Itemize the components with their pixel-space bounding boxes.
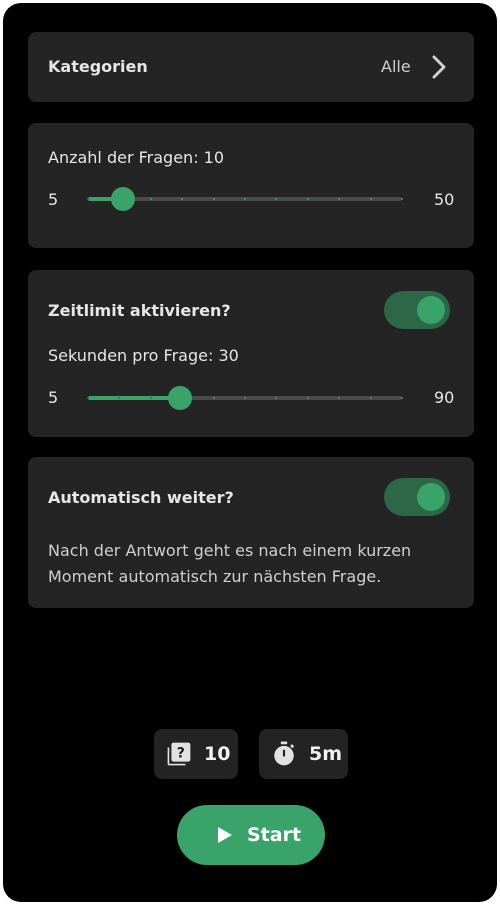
toggle-knob xyxy=(417,483,445,511)
slider-thumb[interactable] xyxy=(110,187,135,211)
auto-next-label: Automatisch weiter? xyxy=(48,488,234,507)
auto-next-card: Automatisch weiter? Nach der Antwort geh… xyxy=(28,457,474,608)
slider-thumb[interactable] xyxy=(168,386,193,410)
time-value: 5m xyxy=(309,743,343,765)
categories-row[interactable]: Kategorien Alle xyxy=(28,32,474,102)
slider-tick xyxy=(244,397,246,399)
timelimit-label: Zeitlimit aktivieren? xyxy=(48,301,231,320)
chevron-right-icon xyxy=(432,55,446,79)
svg-text:?: ? xyxy=(177,745,185,761)
quiz-settings-screen: Kategorien Alle Anzahl der Fragen: 10 5 … xyxy=(3,3,497,902)
auto-next-description-line1: Nach der Antwort geht es nach einem kurz… xyxy=(48,541,412,560)
slider-tick xyxy=(369,198,372,200)
question-count-min: 5 xyxy=(48,190,59,209)
question-stack-icon: ? xyxy=(167,742,191,766)
start-button[interactable]: Start xyxy=(177,805,325,865)
time-chip: 5m xyxy=(259,729,348,779)
slider-tick xyxy=(306,198,309,200)
categories-value: Alle xyxy=(381,57,411,76)
question-count-value: 10 xyxy=(204,743,231,765)
slider-tick xyxy=(149,397,152,399)
question-count-max: 50 xyxy=(434,190,455,209)
start-label: Start xyxy=(247,824,302,846)
slider-tick xyxy=(149,198,152,200)
timelimit-card: Zeitlimit aktivieren? Sekunden pro Frage… xyxy=(28,270,474,437)
question-count-slider[interactable] xyxy=(87,187,403,211)
seconds-slider[interactable] xyxy=(87,386,403,410)
slider-tick xyxy=(369,397,372,399)
slider-tick xyxy=(212,397,215,399)
seconds-min: 5 xyxy=(48,388,59,407)
auto-next-toggle[interactable] xyxy=(384,478,450,516)
seconds-max: 90 xyxy=(434,388,455,407)
question-count-label: Anzahl der Fragen: 10 xyxy=(48,148,225,167)
auto-next-description-line2: Moment automatisch zur nächsten Frage. xyxy=(48,567,382,586)
slider-tick xyxy=(244,198,246,200)
slider-tick xyxy=(87,397,89,399)
stopwatch-icon xyxy=(274,741,294,766)
slider-tick xyxy=(212,198,215,200)
categories-label: Kategorien xyxy=(48,57,148,76)
slider-tick xyxy=(306,397,309,399)
question-count-card: Anzahl der Fragen: 10 5 50 xyxy=(28,123,474,248)
slider-tick xyxy=(401,198,403,200)
slider-tick xyxy=(87,198,89,200)
seconds-per-question-label: Sekunden pro Frage: 30 xyxy=(48,346,239,365)
play-icon xyxy=(218,827,232,843)
toggle-knob xyxy=(417,296,445,324)
question-count-chip: ? 10 xyxy=(154,729,238,779)
slider-fill xyxy=(88,396,181,400)
slider-tick xyxy=(401,397,403,399)
timelimit-toggle[interactable] xyxy=(384,291,450,329)
